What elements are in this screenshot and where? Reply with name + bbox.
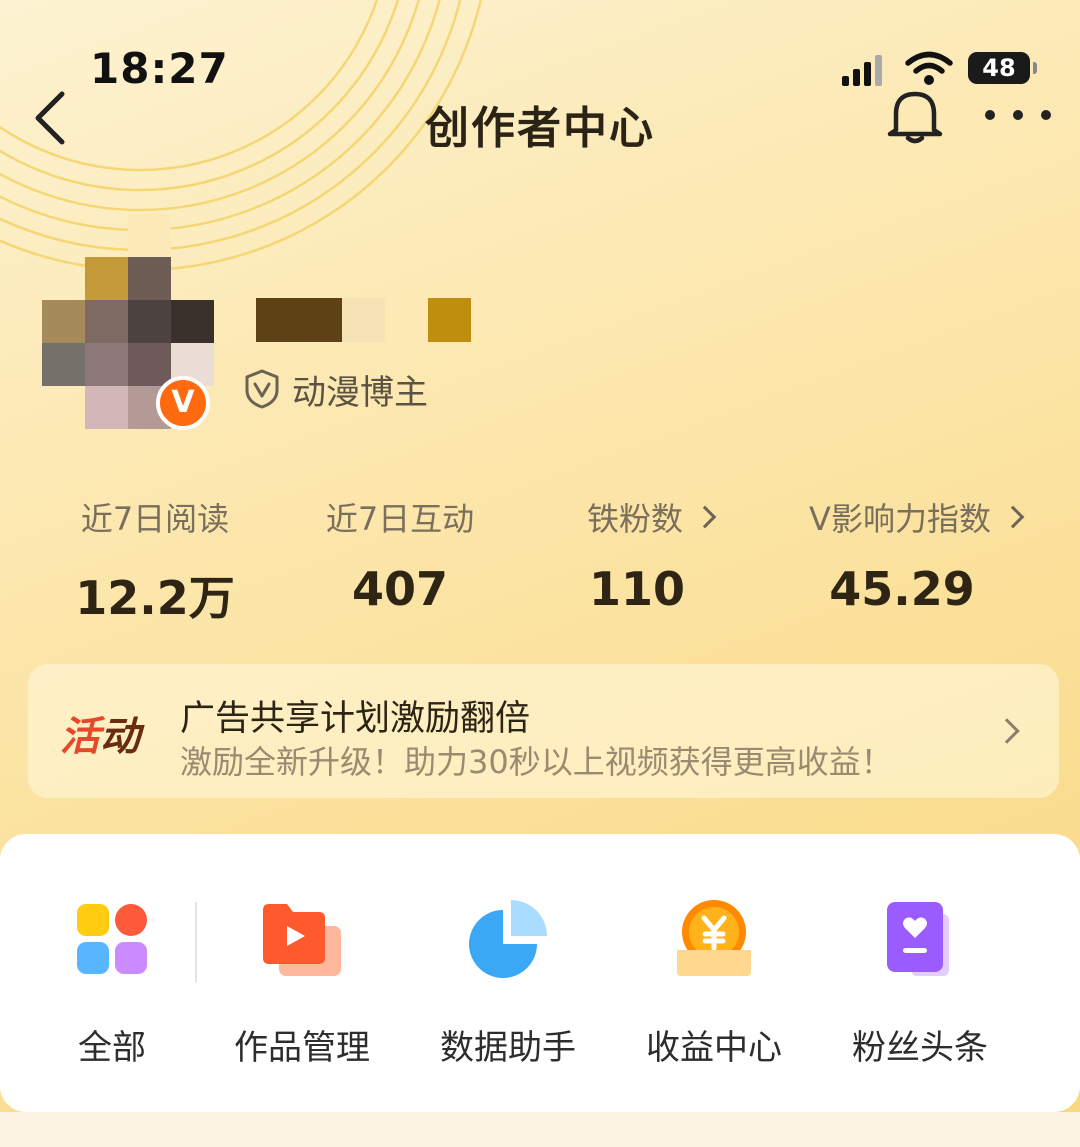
notification-button[interactable] <box>884 86 946 146</box>
status-time: 18:27 <box>90 44 229 93</box>
stat-reads[interactable]: 近7日阅读 12.2万 <box>60 494 250 628</box>
banner-subtitle: 激励全新升级！助力30秒以上视频获得更高收益！ <box>180 743 893 781</box>
tool-data-assistant-label: 数据助手 <box>440 1028 576 1068</box>
tool-revenue-center[interactable]: 收益中心 <box>624 896 804 1069</box>
activity-banner[interactable]: 活动 广告共享计划激励翻倍 激励全新升级！助力30秒以上视频获得更高收益！ <box>28 664 1059 798</box>
shield-v-icon <box>245 369 279 409</box>
tool-works-management[interactable]: 作品管理 <box>212 896 392 1069</box>
creator-tag[interactable]: 动漫博主 <box>244 362 428 416</box>
heart-book-icon <box>875 896 965 986</box>
stat-label: 近7日阅读 <box>60 494 250 540</box>
chevron-left-icon <box>35 91 65 145</box>
yuan-coin-icon <box>669 896 759 986</box>
tools-panel: 全部 作品管理 数据助手 收益中心 粉丝头条 <box>0 834 1080 1112</box>
back-button[interactable] <box>28 88 78 148</box>
stat-label: 铁粉数 <box>555 494 745 540</box>
status-icons: 48 <box>840 50 1040 90</box>
stat-loyal-fans-label: 铁粉数 <box>586 500 683 538</box>
stat-influence-index[interactable]: V影响力指数 45.29 <box>790 494 1040 616</box>
tool-fan-headlines-label: 粉丝头条 <box>852 1028 988 1068</box>
bottom-strip <box>0 1112 1080 1147</box>
page-title: 创作者中心 <box>425 103 655 154</box>
stat-label: 近7日互动 <box>305 494 495 540</box>
more-options-button[interactable] <box>980 100 1056 130</box>
chevron-right-icon <box>994 718 1020 744</box>
chevron-right-icon <box>693 505 717 529</box>
activity-tag: 活动 <box>60 704 140 762</box>
stat-influence-index-value: 45.29 <box>829 562 975 616</box>
chevron-right-icon <box>1001 505 1025 529</box>
battery-indicator: 48 <box>968 52 1037 84</box>
verified-badge: V <box>156 376 210 430</box>
tool-revenue-center-label: 收益中心 <box>646 1028 782 1068</box>
stat-interactions-label: 近7日互动 <box>325 500 475 538</box>
stat-reads-label: 近7日阅读 <box>80 500 230 538</box>
cellular-signal-icon <box>842 55 882 86</box>
stat-interactions[interactable]: 近7日互动 407 <box>305 494 495 616</box>
wifi-icon <box>905 51 953 85</box>
pie-chart-icon <box>463 896 553 986</box>
stat-loyal-fans-value: 110 <box>588 562 686 616</box>
grid-icon <box>67 896 157 986</box>
stat-interactions-value: 407 <box>351 562 449 616</box>
creator-tag-label: 动漫博主 <box>292 372 428 413</box>
stat-loyal-fans[interactable]: 铁粉数 110 <box>555 494 745 616</box>
tool-works-management-label: 作品管理 <box>234 1028 370 1068</box>
activity-tag-part2: 动 <box>100 714 140 760</box>
stat-label: V影响力指数 <box>790 494 1040 540</box>
username-pixelated <box>256 298 476 342</box>
video-folder-icon <box>257 896 347 986</box>
more-dots-icon <box>985 110 1051 120</box>
tool-all[interactable]: 全部 <box>22 896 202 1069</box>
tool-data-assistant[interactable]: 数据助手 <box>418 896 598 1069</box>
tool-fan-headlines[interactable]: 粉丝头条 <box>830 896 1010 1069</box>
activity-tag-part1: 活 <box>60 714 100 760</box>
bell-icon <box>887 91 943 144</box>
tool-all-label: 全部 <box>78 1028 146 1068</box>
stat-reads-value: 12.2万 <box>75 571 235 625</box>
divider <box>195 902 197 982</box>
stat-influence-index-label: V影响力指数 <box>809 500 991 538</box>
banner-title: 广告共享计划激励翻倍 <box>180 699 531 739</box>
